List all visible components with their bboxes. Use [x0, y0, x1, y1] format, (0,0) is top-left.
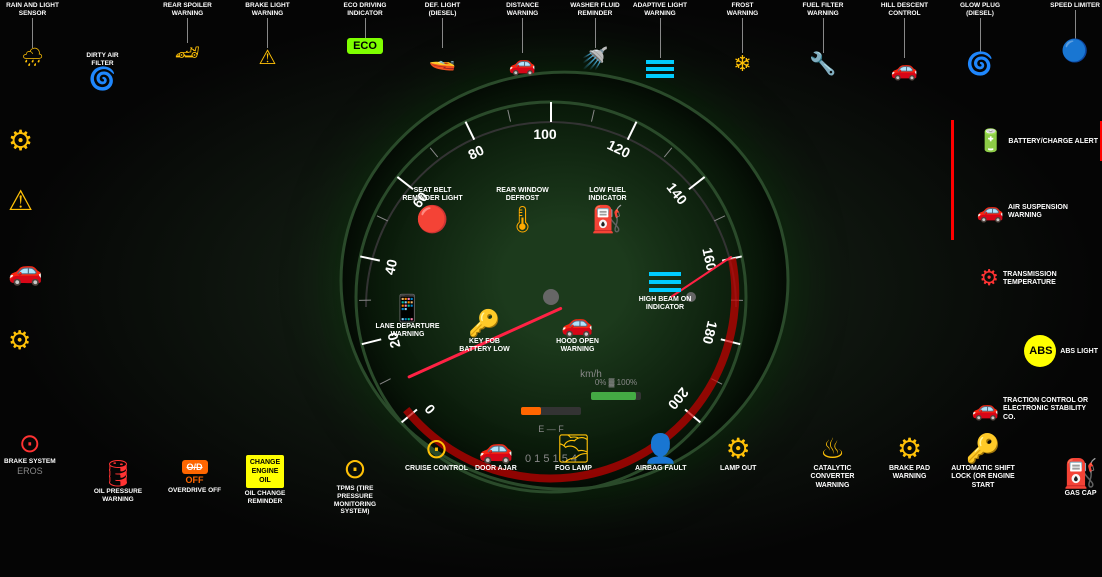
red-accent-line — [951, 120, 954, 240]
key-fob-indicator: 🔑 KEY FOB BATTERY LOW — [452, 310, 517, 355]
distance-warning-label: DISTANCE WARNING 🚗 — [495, 0, 550, 75]
washer-fluid-label: WASHER FLUID REMINDER 🚿 — [565, 0, 625, 70]
suspension-indicator: ⚙ — [4, 325, 35, 355]
eco-driving-label: ECO DRIVING INDICATOR ECO — [335, 0, 395, 54]
auto-shift-lock-indicator: 🔑 AUTOMATIC SHIFT LOCK (or Engine Start — [948, 435, 1018, 490]
svg-text:200: 200 — [665, 384, 692, 412]
frost-warning-label: FROST WARNING ❄ — [715, 0, 770, 75]
rain-light-sensor-label: RAIN AND LIGHT SENSOR 🌧 — [5, 0, 60, 66]
svg-text:180: 180 — [699, 319, 720, 346]
brake-system-indicator: ⊙ BRAKE SYSTEM EROS — [4, 430, 56, 476]
door-ajar-indicator: 🚗 DOOR AJAR — [475, 435, 517, 473]
seat-belt-reminder: SEAT BELT REMINDER LIGHT 🔴 — [400, 185, 465, 232]
svg-text:E — F: E — F — [538, 424, 564, 434]
svg-text:0% ▓ 100%: 0% ▓ 100% — [595, 378, 637, 388]
hill-descent-label: HILL DESCENT CONTROL 🚗 — [872, 0, 937, 80]
dirty-air-filter-indicator: DIRTY AIR FILTER 🌀 — [75, 50, 130, 90]
svg-text:100: 100 — [533, 126, 557, 142]
cruise-control-indicator: ⊙ CRUISE CONTROL — [405, 435, 468, 473]
svg-text:0: 0 — [421, 400, 438, 416]
svg-text:40: 40 — [381, 257, 400, 276]
overdrive-off-indicator: O/D OFF OVERDRIVE OFF — [168, 460, 221, 495]
lane-departure-indicator: 📱 LANE DEPARTURE WARNING — [375, 295, 440, 340]
general-warning-indicator: ⚠ — [4, 185, 37, 217]
dashboard: 0 20 40 60 80 100 120 140 160 — [0, 0, 1102, 577]
fuel-filter-label: FUEL FILTER WARNING 🔧 — [793, 0, 853, 75]
battery-alert-indicator: 🔋 BATTERY/CHARGE ALERT — [977, 130, 1098, 152]
car-body-indicator: 🚗 — [4, 255, 47, 287]
glow-plug-label: GLOW PLUG (Diesel) 🌀 — [950, 0, 1010, 75]
air-suspension-indicator: 🚗 AIR SUSPENSION WARNING — [977, 200, 1098, 222]
high-beam-indicator: HIGH BEAM ON INDICATOR — [630, 270, 700, 313]
lamp-out-indicator: ⚙ LAMP OUT — [720, 435, 756, 473]
tpms-indicator: ⊙ TPMS (Tire pressure monitoring system) — [320, 455, 390, 516]
adaptive-light-label: ADAPTIVE LIGHT WARNING — [630, 0, 690, 80]
svg-text:80: 80 — [465, 141, 486, 162]
catalytic-converter-indicator: ♨ CATALYTIC CONVERTER WARNING — [800, 435, 865, 490]
def-light-label: DEF. LIGHT (Diesel) 🚤 — [415, 0, 470, 70]
brake-pad-indicator: ⚙ BRAKE PAD WARNING — [877, 435, 942, 482]
svg-text:140: 140 — [663, 179, 690, 207]
brake-light-warning-label: BRAKE LIGHT WARNING ⚠ — [240, 0, 295, 68]
low-fuel-indicator: LOW FUEL INDICATOR ⛽ — [575, 185, 640, 232]
traction-control-indicator: 🚗 TRACTION CONTROL OR ELECTRONIC STABILI… — [972, 395, 1098, 422]
hood-open-indicator: 🚗 HOOD OPEN WARNING — [545, 310, 610, 355]
change-engine-oil-indicator: CHANGEENGINEOIL OIL CHANGE REMINDER — [235, 455, 295, 506]
engine-warning-indicator: ⚙ — [4, 125, 37, 157]
fog-lamp-indicator: 🌫 FOG LAMP — [555, 435, 592, 473]
oil-pressure-indicator: 🛢 OIL PRESSURE WARNING — [88, 460, 148, 504]
airbag-fault-indicator: 👤 AIRBAG FAULT — [635, 435, 687, 473]
svg-text:160: 160 — [699, 246, 720, 272]
speed-limiter-label: SPEED LIMITER 🔵 — [1050, 0, 1100, 62]
rear-defrost-indicator: REAR WINDOW DEFROST 🌡 — [490, 185, 555, 232]
rear-spoiler-warning-label: REAR SPOILER WARNING 🏎 — [160, 0, 215, 63]
gas-cap-indicator: ⛽ GAS CAP — [1063, 460, 1098, 498]
transmission-temp-indicator: ⚙ TRANSMISSION TEMPERATURE — [979, 267, 1098, 289]
abs-light-indicator: ABS ABS LIGHT — [1024, 335, 1098, 367]
